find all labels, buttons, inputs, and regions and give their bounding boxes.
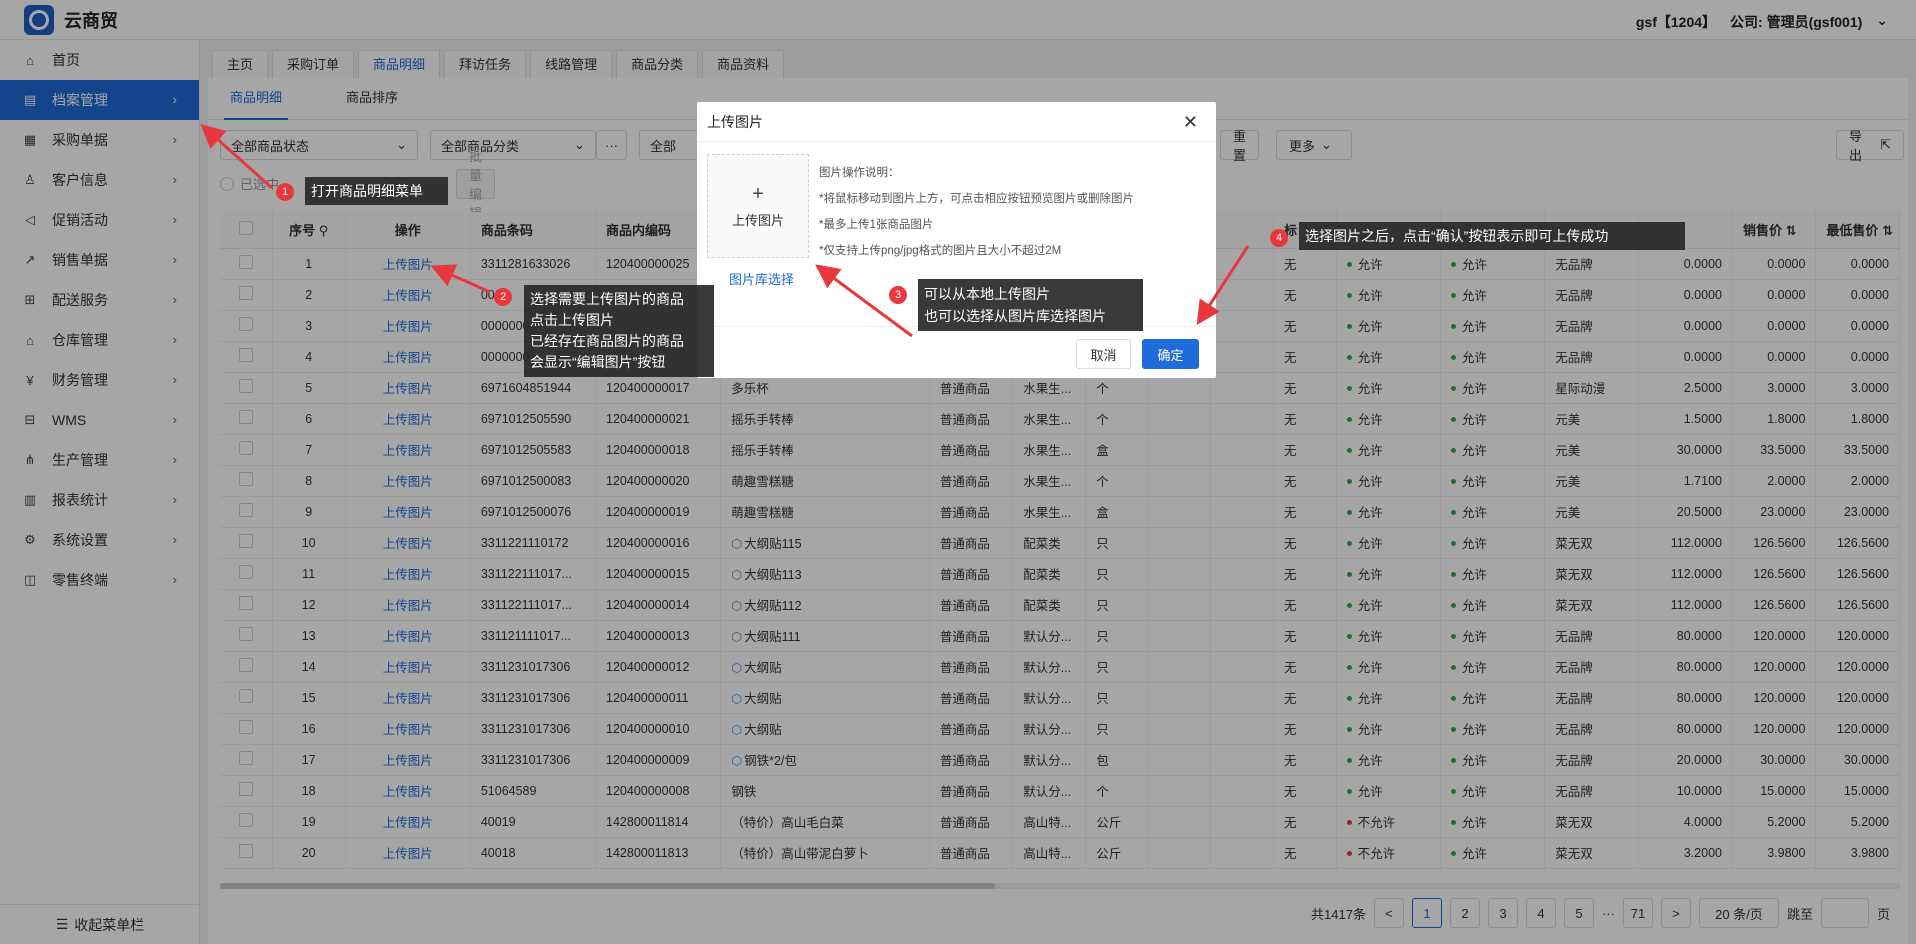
- annotation-arrows: [200, 123, 1250, 338]
- app-window: 云商贸 gsf【1204】 公司: 管理员(gsf001) ⌄ ⌂ 首页 ▤ 档案管理…: [0, 0, 1916, 944]
- annotation-4: 选择图片之后，点击“确认”按钮表示即可上传成功: [1299, 222, 1685, 250]
- arrow-4: [1196, 245, 1250, 326]
- annotation-1: 打开商品明细菜单: [305, 177, 448, 205]
- step-badge-4: 4: [1270, 229, 1288, 247]
- arrow-1: [200, 123, 274, 190]
- step-badge-3: 3: [889, 286, 907, 304]
- annotation-2: 选择需要上传图片的商品 点击上传图片 已经存在商品图片的商品 会显示“编辑图片”…: [524, 285, 714, 377]
- step-badge-1: 1: [276, 183, 294, 201]
- arrow-2: [430, 264, 491, 294]
- step-badge-2: 2: [494, 288, 512, 306]
- annotation-3: 可以从本地上传图片 也可以选择从图片库选择图片: [918, 279, 1143, 331]
